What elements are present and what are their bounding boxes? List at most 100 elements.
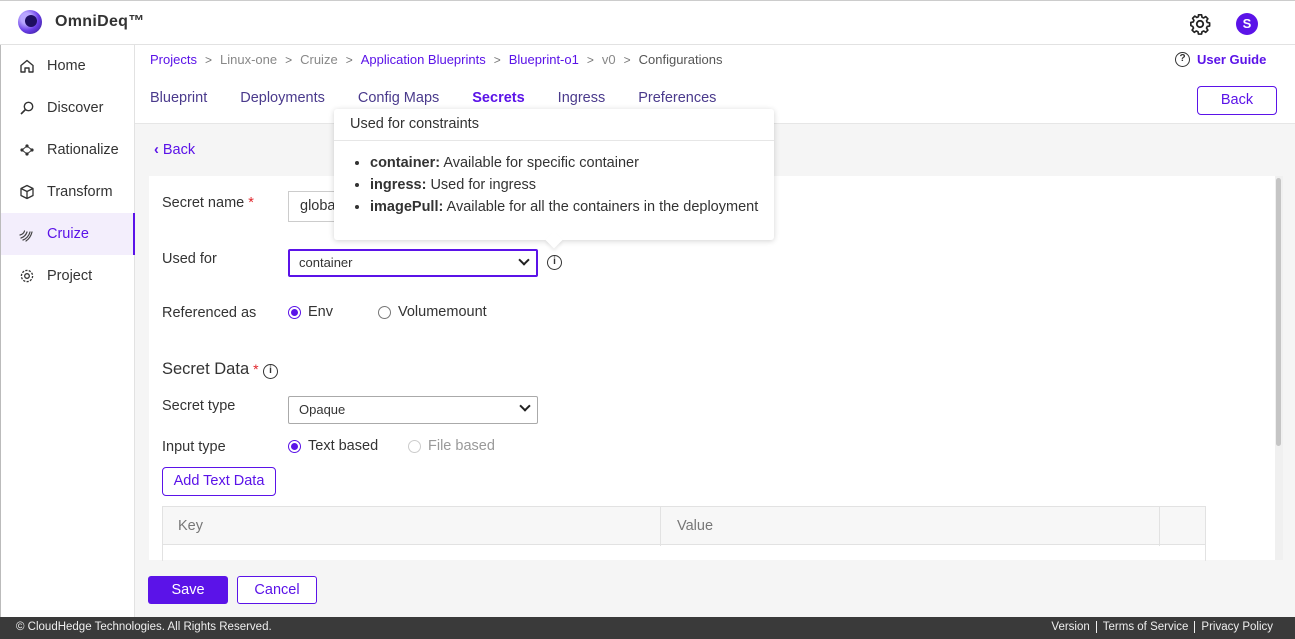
tooltip-term: ingress: (370, 177, 427, 193)
sidebar-item-label: Rationalize (47, 142, 119, 158)
secret-type-label: Secret type (162, 398, 236, 414)
tooltip-list: container: Available for specific contai… (334, 141, 774, 218)
column-divider (660, 507, 661, 546)
form-scrollbar[interactable] (1275, 176, 1283, 560)
sidebar: Home Discover Rationalize Transform Crui… (0, 45, 135, 617)
settings-gear-icon[interactable] (1189, 13, 1211, 35)
column-header-key: Key (178, 518, 203, 534)
sidebar-item-discover[interactable]: Discover (1, 87, 135, 129)
used-for-tooltip: Used for constraints container: Availabl… (334, 109, 774, 249)
user-avatar[interactable]: S (1236, 13, 1258, 35)
add-text-data-button[interactable]: Add Text Data (162, 467, 276, 496)
footer-link-privacy[interactable]: Privacy Policy (1194, 621, 1279, 633)
discover-icon (20, 101, 34, 115)
user-guide-link[interactable]: ? User Guide (1175, 52, 1266, 67)
breadcrumb-chevron-icon: > (285, 52, 293, 67)
sidebar-item-label: Cruize (47, 226, 89, 242)
breadcrumb-chevron-icon: > (345, 52, 353, 67)
secret-name-label: Secret name * (162, 195, 254, 211)
breadcrumb-configurations: Configurations (638, 52, 723, 67)
sidebar-item-home[interactable]: Home (1, 45, 135, 87)
breadcrumb-chevron-icon: > (204, 52, 212, 67)
sidebar-item-cruize[interactable]: Cruize (1, 213, 135, 255)
breadcrumb-blueprint[interactable]: Blueprint-o1 (509, 52, 579, 67)
used-for-select[interactable]: container (288, 249, 538, 277)
help-icon: ? (1175, 52, 1190, 67)
tab-preferences[interactable]: Preferences (638, 90, 716, 106)
tab-deployments[interactable]: Deployments (240, 90, 325, 106)
scrollbar-thumb[interactable] (1276, 178, 1281, 446)
sidebar-item-label: Project (47, 268, 93, 284)
breadcrumb-cruize: Cruize (300, 52, 338, 67)
ref-env-label: Env (308, 304, 333, 320)
tooltip-term: imagePull: (370, 199, 444, 215)
input-text-based-radio[interactable] (288, 440, 301, 453)
back-link[interactable]: ‹ Back (154, 142, 195, 158)
ref-env-radio[interactable] (288, 306, 301, 319)
input-type-label: Input type (162, 439, 226, 455)
cancel-button[interactable]: Cancel (237, 576, 317, 604)
cruize-icon (19, 230, 33, 242)
chevron-down-icon (518, 254, 530, 266)
tab-secrets[interactable]: Secrets (472, 90, 524, 106)
chevron-down-icon (519, 400, 531, 412)
breadcrumb-version: v0 (601, 52, 616, 67)
sidebar-item-project[interactable]: Project (1, 255, 135, 297)
footer: © CloudHedge Technologies. All Rights Re… (0, 617, 1295, 639)
breadcrumb: Projects > Linux-one > Cruize > Applicat… (150, 52, 722, 67)
user-guide-label: User Guide (1197, 52, 1267, 67)
breadcrumb-chevron-icon: > (586, 52, 594, 67)
breadcrumb-application-blueprints[interactable]: Application Blueprints (361, 52, 486, 67)
input-file-based-label: File based (428, 438, 495, 454)
referenced-as-label: Referenced as (162, 305, 257, 321)
sidebar-item-transform[interactable]: Transform (1, 171, 135, 213)
footer-link-version[interactable]: Version (1045, 621, 1095, 633)
tooltip-item-container: container: Available for specific contai… (370, 152, 774, 174)
tooltip-item-imagepull: imagePull: Available for all the contain… (370, 196, 774, 218)
rationalize-icon (20, 144, 34, 156)
back-button[interactable]: Back (1197, 86, 1277, 115)
tab-config-maps[interactable]: Config Maps (358, 90, 439, 106)
secret-data-info-icon[interactable]: i (263, 364, 278, 379)
sidebar-item-label: Transform (47, 184, 113, 200)
save-button[interactable]: Save (148, 576, 228, 604)
secret-data-title: Secret Data * (162, 360, 259, 379)
brand-logo[interactable] (18, 10, 42, 34)
gear-icon (20, 269, 34, 283)
input-file-based-radio[interactable] (408, 440, 421, 453)
secret-type-value: Opaque (299, 402, 346, 417)
column-header-value: Value (677, 518, 714, 534)
chevron-left-icon: ‹ (154, 142, 159, 158)
used-for-label: Used for (162, 251, 217, 267)
top-bar: OmniDeq™ S (0, 0, 1295, 45)
cube-icon (20, 184, 34, 200)
tooltip-desc: Used for ingress (426, 177, 537, 193)
secret-data-table-header: Key Value (162, 506, 1206, 546)
tab-blueprint[interactable]: Blueprint (150, 90, 207, 106)
breadcrumb-chevron-icon: > (623, 52, 631, 67)
ref-volumemount-radio[interactable] (378, 306, 391, 319)
brand-name: OmniDeq™ (55, 13, 145, 30)
secret-name-label-text: Secret name (162, 195, 245, 211)
tooltip-term: container: (370, 155, 441, 171)
secret-type-select[interactable]: Opaque (288, 396, 538, 424)
used-for-value: container (299, 255, 353, 270)
tooltip-desc: Available for all the containers in the … (443, 199, 759, 215)
used-for-info-icon[interactable]: i (547, 255, 562, 270)
secret-data-title-text: Secret Data (162, 360, 250, 378)
footer-link-terms[interactable]: Terms of Service (1095, 621, 1195, 633)
tooltip-item-ingress: ingress: Used for ingress (370, 174, 774, 196)
table-row (162, 545, 1206, 561)
tab-ingress[interactable]: Ingress (558, 90, 606, 106)
breadcrumb-chevron-icon: > (493, 52, 501, 67)
breadcrumb-projects[interactable]: Projects (150, 52, 197, 67)
sidebar-item-label: Home (47, 58, 86, 74)
breadcrumb-linux-one: Linux-one (219, 52, 278, 67)
home-icon (20, 59, 34, 73)
config-tabs: Blueprint Deployments Config Maps Secret… (150, 90, 749, 106)
sidebar-item-rationalize[interactable]: Rationalize (1, 129, 135, 171)
back-link-label: Back (162, 142, 196, 158)
tooltip-desc: Available for specific container (440, 155, 639, 171)
required-asterisk: * (248, 195, 254, 211)
ref-volumemount-label: Volumemount (398, 304, 487, 320)
